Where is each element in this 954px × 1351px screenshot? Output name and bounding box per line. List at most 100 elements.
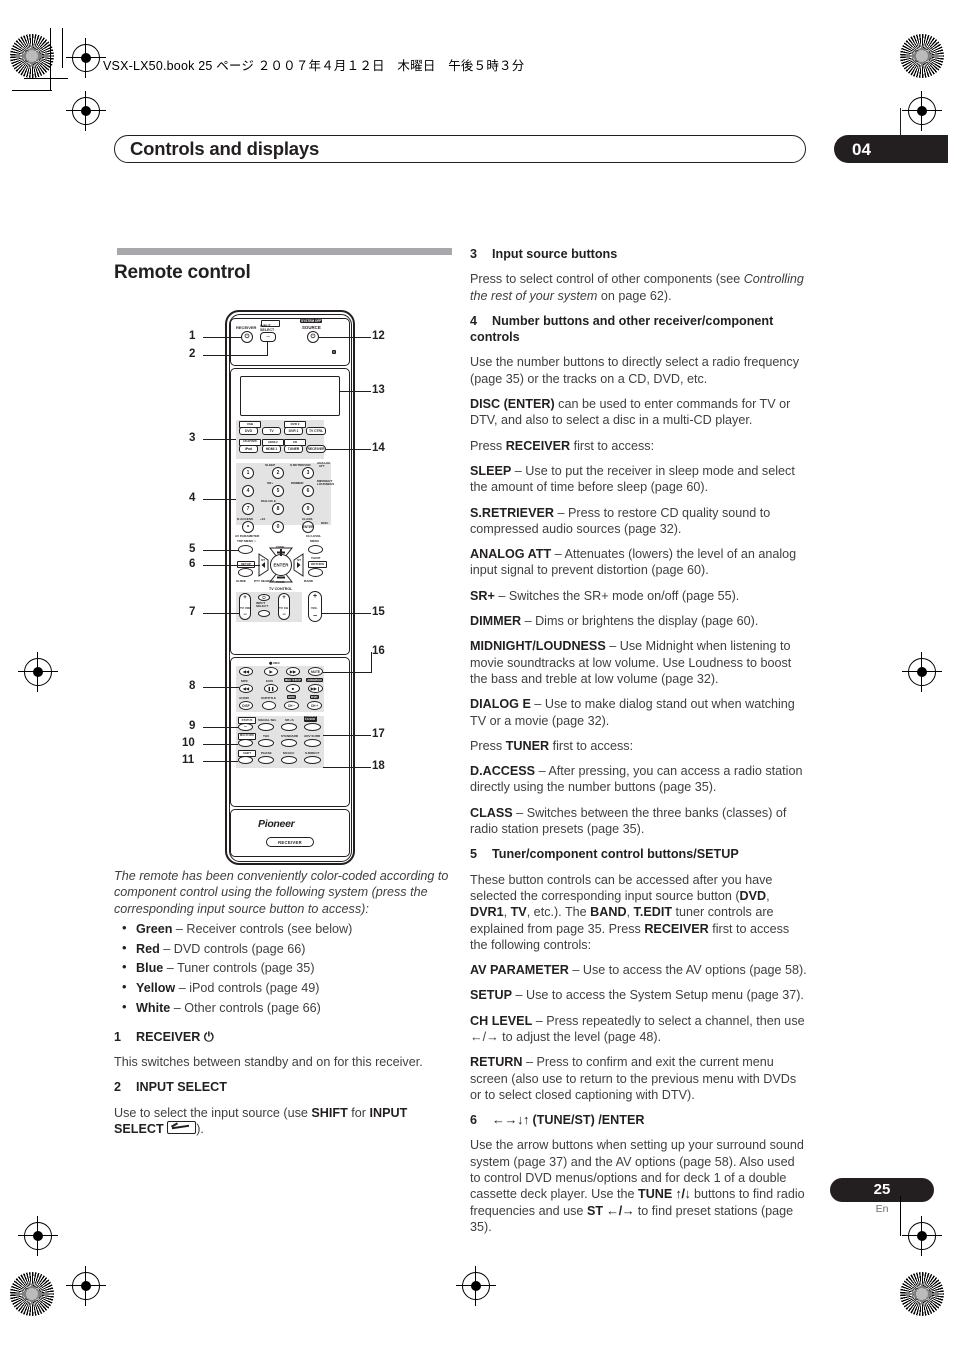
callout-leader-2 — [203, 355, 267, 357]
registration-mark-top — [66, 38, 106, 78]
input-select-button[interactable]: ⌒ — [260, 332, 276, 342]
sb-ch-button[interactable] — [281, 723, 297, 731]
color-code-list: Green – Receiver controls (see below) Re… — [114, 920, 452, 1016]
vol-minus-icon[interactable]: − — [313, 613, 317, 620]
standard-button[interactable] — [281, 739, 297, 747]
label-thx: THX — [263, 734, 270, 738]
setup-button[interactable] — [238, 568, 253, 577]
callout-leader-10 — [203, 744, 238, 746]
callout-5: 5 — [189, 543, 196, 555]
bullet-color-blue: Blue — [136, 961, 164, 976]
source-button-dvd[interactable]: DVD — [239, 427, 258, 435]
label-av-parameter: AV PARAMETER — [235, 534, 260, 538]
numpad-button-6[interactable]: 6 — [302, 485, 314, 497]
entry-sleep: SLEEP – Use to put the receiver in sleep… — [470, 463, 808, 496]
transport-rew-button[interactable]: ◀◀ — [239, 667, 253, 676]
callout-18: 18 — [372, 760, 385, 772]
label-stereo-fssur: STEREO/F.S.SUR — [304, 715, 318, 722]
shift-label-analog-att: ANALOG ATT — [317, 461, 331, 469]
multi-ope-button[interactable] — [238, 739, 253, 747]
ch-minus-button[interactable]: CH − — [284, 701, 299, 710]
receiver-power-button[interactable]: ⏻ — [241, 331, 253, 343]
right-text-column: 3 Input source buttons Press to select co… — [470, 246, 808, 1244]
numpad-button-3[interactable]: 3 — [302, 467, 314, 479]
source-button-ipod[interactable]: iPod — [239, 445, 258, 453]
signal-select-button[interactable] — [258, 723, 274, 731]
transport-ff-button[interactable]: ▶▶ — [286, 667, 300, 676]
entry-term-analog-att: ANALOG ATT — [470, 547, 552, 562]
numpad-button-8[interactable]: 8 — [272, 503, 284, 515]
ch-plus-button[interactable]: CH + — [307, 701, 322, 710]
numpad-button-7[interactable]: 7 — [242, 503, 254, 515]
mute-button[interactable]: MUTE — [308, 667, 323, 676]
numpad-button-2[interactable]: 2 — [272, 467, 284, 479]
transport-play-button[interactable]: ▶ — [264, 667, 278, 676]
entry-term-setup: SETUP — [470, 988, 512, 1003]
tv-vol-minus-icon[interactable]: − — [243, 612, 247, 618]
thx-button[interactable] — [258, 739, 274, 747]
callout-leader-12 — [319, 337, 371, 339]
item5-b3: TV — [510, 905, 527, 920]
item-2-body: Use to select the input source (use SHIF… — [114, 1105, 452, 1138]
return-button[interactable] — [308, 568, 323, 577]
source-button-hdmi1[interactable]: HDMI 1 — [262, 445, 281, 453]
source-button-receiver[interactable]: RECEIVER — [306, 445, 326, 453]
tv-ch-minus-icon[interactable]: − — [282, 612, 286, 618]
numpad-button-9[interactable]: 9 — [302, 503, 314, 515]
callout-15: 15 — [372, 606, 385, 618]
shift-label-disc: DISC — [321, 521, 329, 525]
transport-skip-button[interactable]: ▶▶❙ — [308, 684, 323, 693]
ch-level-menu-button[interactable] — [308, 545, 323, 554]
entry-term-srplus: SR+ — [470, 588, 495, 603]
transport-scan-rew-button[interactable]: ◀◀ — [239, 684, 253, 693]
list-item: White – Other controls (page 66) — [114, 999, 452, 1016]
tv-power-button[interactable]: ⏻ — [258, 594, 270, 601]
mcacc-button[interactable] — [281, 756, 297, 764]
phase-button[interactable] — [258, 756, 274, 764]
item-2-title: INPUT SELECT — [136, 1080, 227, 1095]
chapter-number-badge: 04 — [834, 135, 948, 163]
transport-pause-button[interactable]: ❚❚ — [264, 684, 278, 693]
av-parameter-topmenu-button[interactable] — [238, 545, 253, 554]
source-button-dvr1[interactable]: DVR 1 — [284, 427, 303, 435]
tv-vol-plus-icon[interactable]: + — [243, 595, 247, 601]
numpad-button-dot[interactable]: • — [242, 521, 254, 533]
bullet-text-yellow: – iPod controls (page 49) — [175, 981, 320, 996]
vol-plus-icon[interactable]: + — [313, 593, 317, 600]
numpad-button-5[interactable]: 5 — [272, 485, 284, 497]
entry-dialog-e: DIALOG E – Use to make dialog stand out … — [470, 696, 808, 729]
label-tv-ch: TV CH — [279, 606, 289, 610]
tv-ch-plus-icon[interactable]: + — [282, 595, 286, 601]
numpad-button-1[interactable]: 1 — [242, 467, 254, 479]
label-tv-control: TV CONTROL — [269, 587, 293, 591]
display-button[interactable]: DISP — [239, 701, 253, 710]
bullet-color-red: Red — [136, 941, 160, 956]
tv-input-select-button[interactable] — [258, 610, 270, 617]
item-3-heading: 3 Input source buttons — [470, 246, 808, 262]
remote-control-diagram: RECEIVER ⏻ INPUT SELECT ⌒ SYSTEM OFF SOUR… — [180, 300, 395, 872]
transport-stop-button[interactable]: ■ — [286, 684, 300, 693]
numpad-button-enter-disc[interactable]: ENTER — [302, 521, 314, 533]
s-direct-button[interactable] — [304, 756, 321, 764]
numpad-button-0[interactable]: 0 — [272, 521, 284, 533]
status-button[interactable]: − — [238, 723, 253, 731]
callout-leader-3 — [203, 439, 236, 441]
shift-button[interactable] — [238, 756, 253, 764]
left-text-column: The remote has been conveniently color-c… — [114, 868, 452, 1146]
source-button-tv[interactable]: TV — [262, 427, 281, 435]
label-phase: PHASE — [261, 751, 272, 755]
printer-starburst-bottomright — [900, 1272, 944, 1316]
svg-text:ENTER: ENTER — [274, 563, 290, 568]
entry-term-class: CLASS — [470, 805, 513, 820]
page-number: 25 — [873, 1181, 891, 1198]
source-button-tvctrl[interactable]: TV CTRL — [306, 427, 326, 435]
callout-9: 9 — [189, 720, 196, 732]
numpad-button-4[interactable]: 4 — [242, 485, 254, 497]
subtitle-button[interactable] — [262, 701, 276, 710]
source-power-button[interactable]: ⏻ — [307, 331, 319, 343]
entry-term-ch-level: CH LEVEL — [470, 1013, 533, 1028]
adv-surr-button[interactable] — [304, 739, 321, 747]
source-button-tuner[interactable]: TUNER — [284, 445, 303, 453]
stereo-fssur-button[interactable] — [304, 723, 321, 731]
entry-desc-setup: – Use to access the System Setup menu (p… — [512, 988, 804, 1003]
